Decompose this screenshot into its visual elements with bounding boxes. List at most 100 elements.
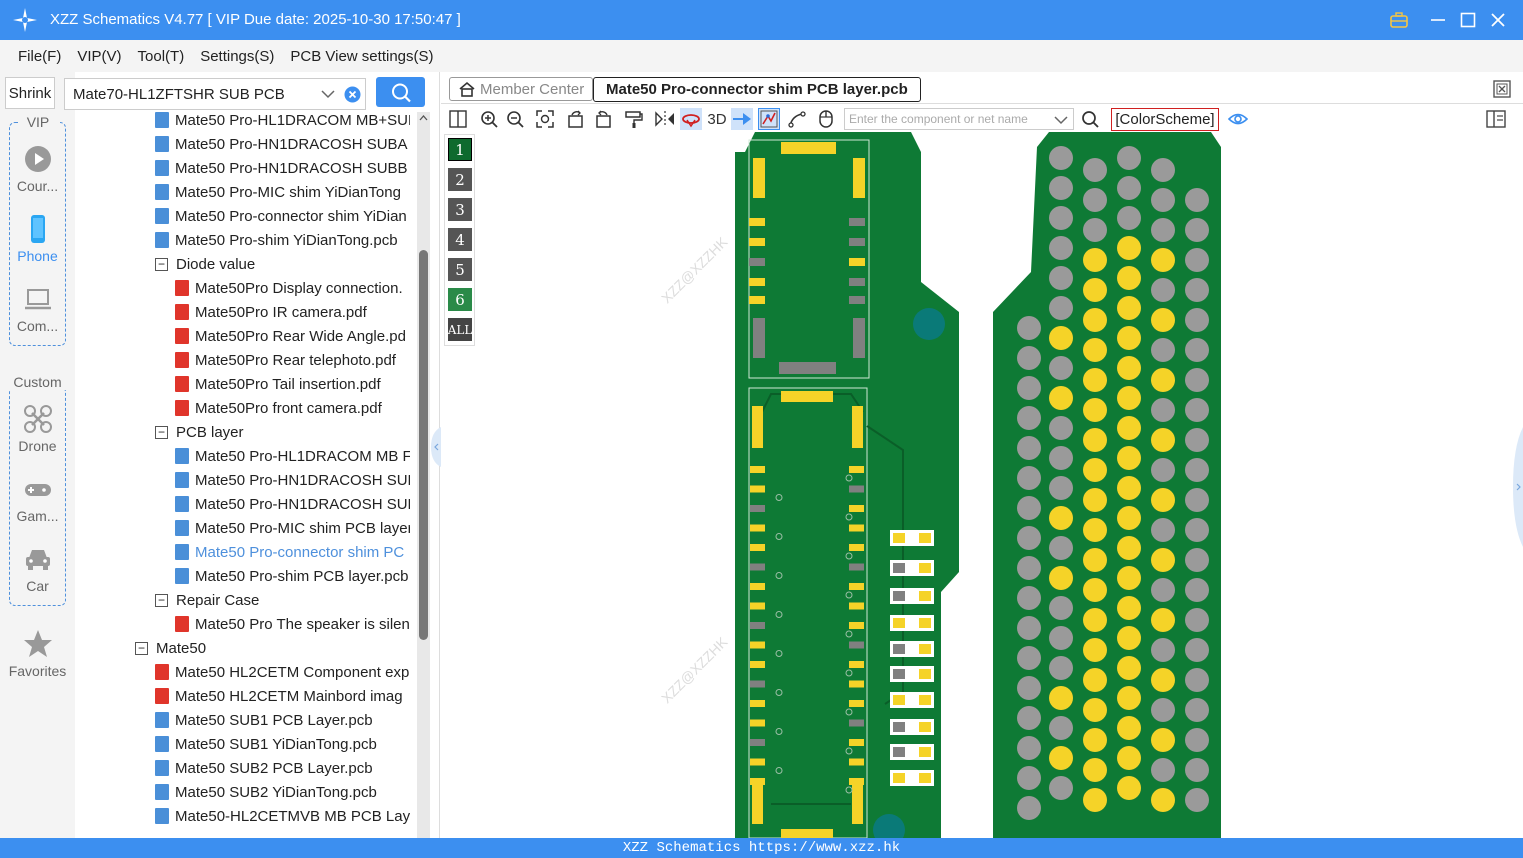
menu-settings[interactable]: Settings(S): [200, 48, 274, 65]
layer-all-button[interactable]: ALL: [448, 318, 472, 341]
highlight-net-icon[interactable]: [680, 108, 702, 130]
tree-file[interactable]: Mate50 Pro-HN1DRACOSH SUBA Y: [155, 132, 410, 156]
tree-file[interactable]: Mate50 Pro-HN1DRACOSH SUBB Y: [155, 156, 410, 180]
tab-member-center[interactable]: Member Center: [449, 77, 594, 101]
layer-1-button[interactable]: 1: [448, 138, 472, 161]
tree-file[interactable]: Mate50 SUB2 YiDianTong.pcb: [155, 780, 410, 804]
rail-item-favorites[interactable]: Favorites: [0, 629, 75, 679]
tree-file[interactable]: Mate50 Pro-MIC shim YiDianTong: [155, 180, 410, 204]
menu-file[interactable]: File(F): [18, 48, 61, 65]
rotate-right-icon[interactable]: [592, 108, 614, 130]
search-button[interactable]: [376, 77, 425, 107]
shrink-button[interactable]: Shrink: [5, 77, 55, 109]
clear-icon[interactable]: [344, 86, 361, 103]
minimize-button[interactable]: [1425, 7, 1451, 33]
layer-3-button[interactable]: 3: [448, 198, 472, 221]
scrollbar-thumb[interactable]: [419, 250, 428, 640]
collapse-icon[interactable]: −: [135, 641, 148, 655]
close-tabs-icon[interactable]: [1493, 80, 1511, 98]
tree-file[interactable]: Mate50-HL2CETMVB MB PCB Laye: [155, 804, 410, 828]
rail-item-phone[interactable]: Phone: [0, 214, 75, 264]
pcb-toolbar: 3D Enter the component or net name [Colo…: [441, 106, 1523, 132]
zoom-out-icon[interactable]: [504, 108, 526, 130]
tab-active-pcb[interactable]: Mate50 Pro-connector shim PCB layer.pcb: [593, 77, 921, 102]
component-search-icon[interactable]: [1079, 108, 1101, 130]
chevron-down-icon[interactable]: [320, 88, 336, 100]
pcb-test-point: [1083, 758, 1107, 782]
pointer-mode-icon[interactable]: [731, 108, 753, 130]
tree-file[interactable]: Mate50 Pro-connector shim PC: [175, 540, 410, 564]
tree-file[interactable]: Mate50 SUB1 YiDianTong.pcb: [155, 732, 410, 756]
tree-file[interactable]: Mate50 SUB1 PCB Layer.pcb: [155, 708, 410, 732]
tree-folder[interactable]: − Repair Case: [155, 588, 410, 612]
side-panel-icon[interactable]: [1485, 108, 1507, 130]
tree-file[interactable]: Mate50Pro Tail insertion.pdf: [175, 372, 410, 396]
split-view-icon[interactable]: [447, 108, 469, 130]
paint-roller-icon[interactable]: [623, 108, 645, 130]
scroll-up-icon[interactable]: [419, 114, 428, 122]
rail-item-car[interactable]: Car: [0, 544, 75, 594]
rotate-left-icon[interactable]: [565, 108, 587, 130]
rail-item-computer[interactable]: Com...: [0, 284, 75, 334]
tree-file[interactable]: Mate50 Pro-HN1DRACOSH SUE: [175, 492, 410, 516]
pcb-test-point: [1017, 346, 1041, 370]
mirror-icon[interactable]: [654, 108, 676, 130]
component-search-input[interactable]: Enter the component or net name: [844, 108, 1074, 130]
rail-item-course[interactable]: Cour...: [0, 144, 75, 194]
collapse-icon[interactable]: −: [155, 257, 168, 271]
tree-file[interactable]: Mate50Pro IR camera.pdf: [175, 300, 410, 324]
pcb-pad: [781, 391, 833, 402]
tree-file[interactable]: Mate50 Pro-shim YiDianTong.pcb: [155, 228, 410, 252]
tree-folder[interactable]: − Mate50: [135, 636, 410, 660]
collapse-icon[interactable]: −: [155, 593, 168, 607]
menu-vip[interactable]: VIP(V): [77, 48, 121, 65]
3d-view-button[interactable]: 3D: [705, 108, 729, 130]
rail-item-game[interactable]: Gam...: [0, 474, 75, 524]
rail-item-drone[interactable]: Drone: [0, 404, 75, 454]
net-trace-icon[interactable]: [758, 108, 780, 130]
tree-file[interactable]: Mate50 Pro-HL1DRACOM MB F: [175, 444, 410, 468]
tree-file[interactable]: Mate50 Pro-HN1DRACOSH SUE: [175, 468, 410, 492]
tree-file[interactable]: Mate50 Pro-shim PCB layer.pcb: [175, 564, 410, 588]
tree-file[interactable]: Mate50 Pro-MIC shim PCB layer: [175, 516, 410, 540]
close-button[interactable]: [1485, 7, 1511, 33]
tree-file[interactable]: Mate50 HL2CETM Mainbord imag: [155, 684, 410, 708]
pcb-file-icon: [155, 136, 169, 152]
tree-folder[interactable]: − PCB layer: [155, 420, 410, 444]
tree-file[interactable]: Mate50Pro front camera.pdf: [175, 396, 410, 420]
tree-folder[interactable]: − Diode value: [155, 252, 410, 276]
tree-scrollbar[interactable]: [417, 112, 430, 838]
tree-file[interactable]: Mate50Pro Rear telephoto.pdf: [175, 348, 410, 372]
model-selector[interactable]: Mate70-HL1ZFTSHR SUB PCB: [64, 78, 366, 110]
briefcase-icon[interactable]: [1386, 7, 1412, 33]
layer-5-button[interactable]: 5: [448, 258, 472, 281]
tree-file[interactable]: Mate50 HL2CETM Component exp: [155, 660, 410, 684]
fit-view-icon[interactable]: [534, 108, 556, 130]
menu-tool[interactable]: Tool(T): [138, 48, 185, 65]
layer-4-button[interactable]: 4: [448, 228, 472, 251]
collapse-right-handle-icon[interactable]: [1513, 427, 1523, 547]
mouse-mode-icon[interactable]: [815, 108, 837, 130]
trace-tool-icon[interactable]: [786, 108, 808, 130]
menu-pcb-view-settings[interactable]: PCB View settings(S): [290, 48, 433, 65]
search-dropdown-chevron-icon[interactable]: [1054, 115, 1068, 125]
layer-2-button[interactable]: 2: [448, 168, 472, 191]
tree-item-label: Mate50 Pro-MIC shim PCB layer: [195, 519, 410, 537]
collapse-left-handle-icon[interactable]: [431, 427, 441, 467]
tree-item-label: Mate50Pro Rear Wide Angle.pd: [195, 327, 406, 345]
pcb-pad: [893, 747, 905, 757]
tree-file[interactable]: Mate50 SUB2 PCB Layer.pcb: [155, 756, 410, 780]
tree-file[interactable]: Mate50Pro Rear Wide Angle.pd: [175, 324, 410, 348]
layer-6-button[interactable]: 6: [448, 288, 472, 311]
tree-file[interactable]: Mate50 Pro-HL1DRACOM MB+SUB: [155, 108, 410, 132]
tree-file[interactable]: Mate50Pro Display connection.: [175, 276, 410, 300]
zoom-in-icon[interactable]: [478, 108, 500, 130]
pcb-canvas[interactable]: [731, 132, 1231, 838]
pcb-pad: [849, 485, 864, 493]
maximize-button[interactable]: [1455, 7, 1481, 33]
collapse-icon[interactable]: −: [155, 425, 168, 439]
color-scheme-button[interactable]: [ColorScheme]: [1111, 108, 1219, 131]
tree-file[interactable]: Mate50 Pro The speaker is silen: [175, 612, 410, 636]
tree-file[interactable]: Mate50 Pro-connector shim YiDian: [155, 204, 410, 228]
eye-icon[interactable]: [1227, 108, 1249, 130]
